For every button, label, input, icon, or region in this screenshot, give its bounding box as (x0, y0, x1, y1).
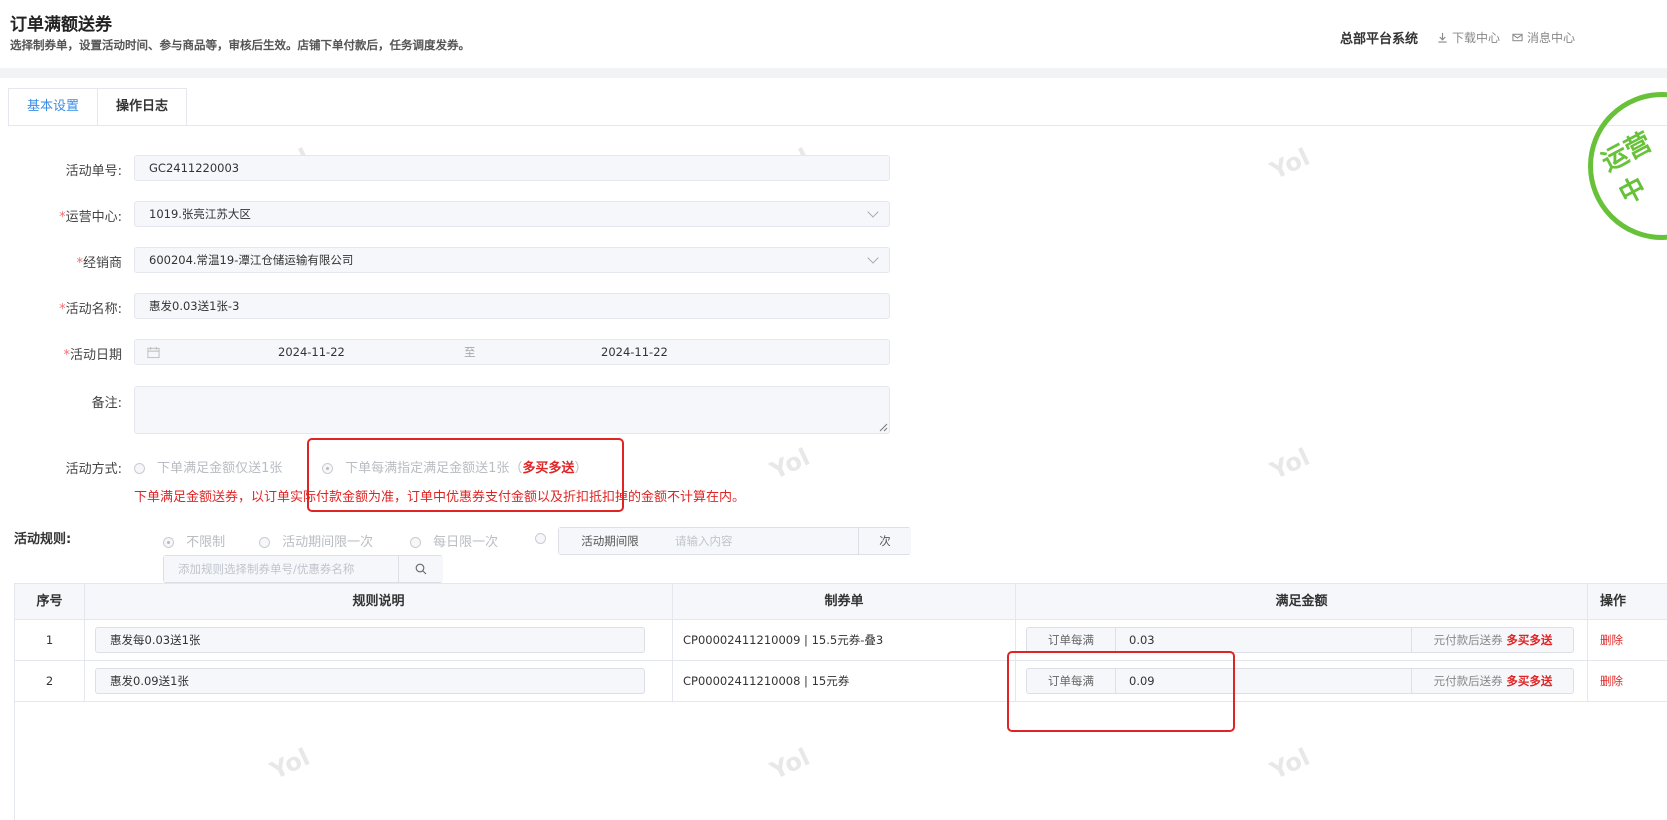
row-desc-input[interactable]: 惠发每0.03送1张 (95, 627, 645, 653)
search-icon (415, 563, 427, 575)
radio-icon (259, 537, 270, 548)
radio-icon (535, 533, 546, 544)
radio-checked-icon (163, 537, 174, 548)
download-center-label: 下载中心 (1452, 31, 1501, 45)
page-subtitle: 选择制券单，设置活动时间、参与商品等，审核后生效。店铺下单付款后，任务调度发券。 (10, 38, 470, 52)
row-amount-group: 订单每满 0.03 元付款后送券 多买多送 (1026, 627, 1574, 653)
message-center-label: 消息中心 (1527, 31, 1576, 45)
calendar-icon (147, 346, 160, 359)
table-row: 1 惠发每0.03送1张 CP00002411210009 | 15.5元券-叠… (15, 620, 1667, 661)
col-amount: 满足金额 (1016, 584, 1588, 620)
chevron-down-icon (867, 206, 879, 218)
multi-buy-tag: 多买多送 (1506, 674, 1553, 688)
page-title: 订单满额送券 (10, 15, 112, 35)
tab-basic-settings[interactable]: 基本设置 (8, 88, 99, 126)
row-coupon: CP00002411210009 | 15.5元券-叠3 (673, 620, 1016, 660)
period-limit-input[interactable]: 请输入内容 (661, 528, 858, 554)
rules-table: 序号 规则说明 制券单 满足金额 操作 1 惠发每0.03送1张 CP00002… (14, 583, 1667, 820)
chevron-down-icon (867, 252, 879, 264)
radio-icon (134, 463, 145, 474)
col-action: 操作 (1600, 594, 1627, 609)
activity-no-label: 活动单号: (65, 164, 122, 179)
method-option-1[interactable]: 下单满足金额仅送1张 (134, 457, 282, 476)
rule-option-once-per-period[interactable]: 活动期间限一次 (259, 531, 373, 550)
watermark: Yol (1265, 142, 1314, 186)
activity-name-field[interactable]: 惠发0.03送1张-3 (134, 293, 890, 319)
activity-no-field[interactable]: GC2411220003 (134, 155, 890, 181)
row-desc-cell: 惠发0.09送1张 (85, 661, 673, 701)
rule-search-input[interactable]: 添加规则选择制券单号/优惠券名称 (164, 556, 398, 582)
row-desc-cell: 惠发每0.03送1张 (85, 620, 673, 660)
table-row: 2 惠发0.09送1张 CP00002411210008 | 15元券 订单每满… (15, 661, 1667, 702)
rule-search-group: 添加规则选择制券单号/优惠券名称 (163, 555, 443, 583)
rule-option-period-limit[interactable] (535, 531, 546, 546)
delete-button[interactable]: 删除 (1588, 661, 1667, 701)
amount-suffix: 元付款后送券 多买多送 (1411, 628, 1574, 652)
tab-operation-log[interactable]: 操作日志 (98, 88, 188, 126)
delete-button[interactable]: 删除 (1588, 620, 1667, 660)
activity-date-label: *活动日期 (63, 348, 122, 363)
rule-option-once-per-day[interactable]: 每日限一次 (410, 531, 498, 550)
header-divider (0, 68, 1667, 78)
amount-prefix: 订单每满 (1027, 628, 1116, 652)
ops-center-select[interactable]: 1019.张亮江苏大区 (134, 201, 890, 227)
highlight-box (1007, 651, 1235, 732)
tab-underline (8, 125, 1667, 126)
message-center-link[interactable]: 消息中心 (1512, 29, 1575, 46)
activity-name-label: *活动名称: (59, 302, 122, 317)
date-separator: 至 (464, 345, 476, 359)
radio-icon (410, 537, 421, 548)
mail-icon (1512, 33, 1523, 42)
watermark: Yol (765, 442, 814, 486)
date-start[interactable]: 2024-11-22 (278, 340, 345, 364)
rules-label: 活动规则: (14, 532, 72, 547)
table-header: 序号 规则说明 制券单 满足金额 操作 (15, 584, 1667, 620)
col-desc: 规则说明 (85, 584, 673, 620)
download-icon (1438, 32, 1447, 43)
col-coupon: 制券单 (673, 584, 1016, 620)
row-no: 2 (15, 661, 85, 701)
activity-date-range[interactable]: 2024-11-22 至 2024-11-22 (134, 339, 890, 365)
col-no: 序号 (15, 584, 85, 620)
dealer-select[interactable]: 600204.常温19-潭江仓储运输有限公司 (134, 247, 890, 273)
row-no: 1 (15, 620, 85, 660)
multi-buy-tag: 多买多送 (1506, 633, 1553, 647)
date-end[interactable]: 2024-11-22 (601, 340, 668, 364)
amount-input[interactable]: 0.03 (1115, 628, 1411, 652)
amount-suffix: 元付款后送券 多买多送 (1411, 669, 1574, 693)
tab-bar: 基本设置 操作日志 (8, 88, 188, 126)
search-button[interactable] (398, 556, 443, 582)
period-limit-unit: 次 (858, 528, 911, 554)
remark-label: 备注: (91, 396, 122, 411)
remark-textarea[interactable] (134, 386, 890, 434)
resize-handle-icon[interactable] (878, 422, 888, 432)
period-limit-prefix: 活动期间限 (559, 528, 662, 554)
row-desc-input[interactable]: 惠发0.09送1张 (95, 668, 645, 694)
download-center-link[interactable]: 下载中心 (1437, 29, 1500, 46)
row-coupon: CP00002411210008 | 15元券 (673, 661, 1016, 701)
ops-center-label: *运营中心: (59, 210, 122, 225)
period-limit-input-group: 活动期间限 请输入内容 次 (558, 527, 911, 555)
rule-option-unlimited[interactable]: 不限制 (163, 531, 225, 550)
dealer-label: *经销商 (76, 256, 122, 271)
system-name[interactable]: 总部平台系统 (1340, 28, 1418, 47)
watermark: Yol (1265, 442, 1314, 486)
method-label: 活动方式: (65, 462, 122, 477)
method-note: 下单满足金额送券，以订单实际付款金额为准，订单中优惠券支付金额以及折扣抵扣掉的金… (134, 490, 746, 505)
method-option-1-label: 下单满足金额仅送1张 (157, 461, 283, 476)
